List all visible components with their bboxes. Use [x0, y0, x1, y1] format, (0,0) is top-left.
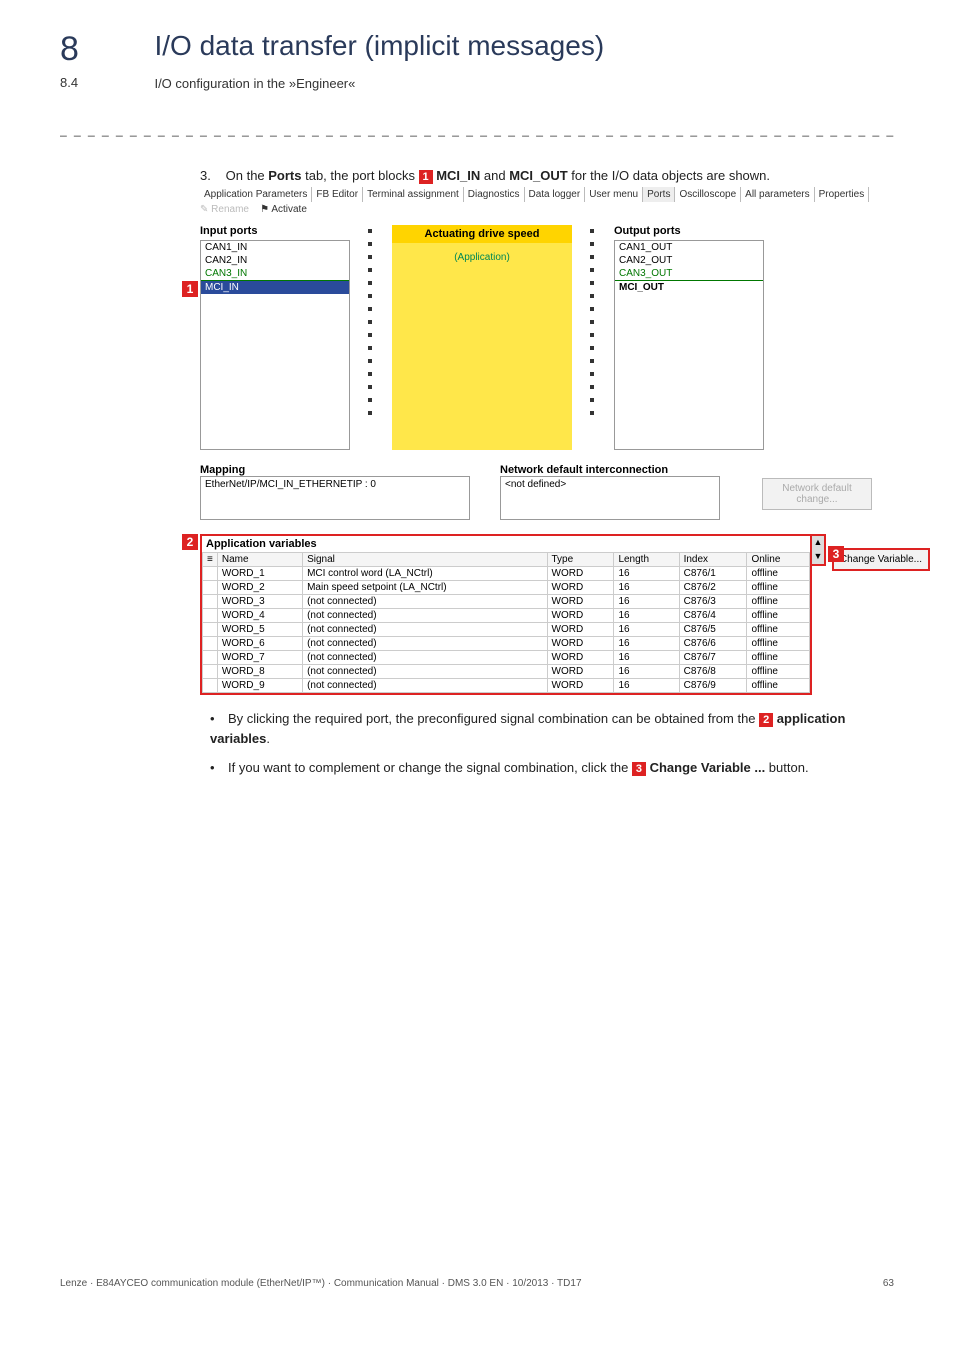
section-title: I/O configuration in the »Engineer«	[154, 76, 355, 91]
toolbar: ✎ Rename ⚑ Activate	[200, 204, 930, 215]
step-text: On the Ports tab, the port blocks 1 MCI_…	[226, 168, 770, 183]
list-item[interactable]: CAN1_OUT	[615, 241, 763, 254]
list-item[interactable]: CAN2_IN	[201, 254, 349, 267]
list-item[interactable]: MCI_OUT	[615, 281, 763, 294]
table-row[interactable]: WORD_7(not connected)WORD16C876/7offline	[203, 651, 810, 665]
marker-1: 1	[182, 281, 198, 297]
divider: _ _ _ _ _ _ _ _ _ _ _ _ _ _ _ _ _ _ _ _ …	[60, 123, 894, 137]
table-row[interactable]: WORD_6(not connected)WORD16C876/6offline	[203, 637, 810, 651]
table-row[interactable]: WORD_1MCI control word (LA_NCtrl)WORD16C…	[203, 567, 810, 581]
marker-2: 2	[182, 534, 198, 550]
port-dots-right	[590, 225, 596, 450]
footer-left: Lenze · E84AYCEO communication module (E…	[60, 1278, 582, 1289]
scroll-down-button[interactable]: ▼	[812, 550, 824, 564]
activate-button[interactable]: ⚑ Activate	[260, 204, 307, 215]
tab-diagnostics[interactable]: Diagnostics	[464, 187, 525, 202]
rename-button: ✎ Rename	[200, 204, 249, 215]
application-variables-table[interactable]: ≡ Name Signal Type Length Index Online W…	[202, 552, 810, 693]
application-label: (Application)	[392, 243, 572, 273]
marker-3: 3	[828, 546, 844, 562]
table-row[interactable]: WORD_3(not connected)WORD16C876/3offline	[203, 595, 810, 609]
application-variables-title: Application variables	[202, 536, 810, 552]
col-online[interactable]: Online	[747, 553, 809, 567]
marker-2-inline: 2	[759, 713, 773, 727]
input-ports-label: Input ports	[200, 225, 350, 237]
ndi-label: Network default interconnection	[500, 464, 720, 476]
mapping-label: Mapping	[200, 464, 470, 476]
tab-user-menu[interactable]: User menu	[585, 187, 643, 202]
tab-data-logger[interactable]: Data logger	[525, 187, 586, 202]
col-name[interactable]: ≡	[203, 553, 218, 567]
chapter-number: 8	[60, 30, 150, 69]
tab-properties[interactable]: Properties	[815, 187, 870, 202]
table-row[interactable]: WORD_8(not connected)WORD16C876/8offline	[203, 665, 810, 679]
list-item[interactable]: CAN3_OUT	[615, 267, 763, 281]
col-type[interactable]: Type	[547, 553, 614, 567]
engineer-screenshot: Application ParametersFB EditorTerminal …	[200, 189, 930, 695]
network-default-change-button: Network default change...	[762, 478, 872, 510]
tab-ports[interactable]: Ports	[643, 187, 675, 202]
chapter-title: I/O data transfer (implicit messages)	[154, 30, 604, 62]
mapping-value[interactable]: EtherNet/IP/MCI_IN_ETHERNETIP : 0	[200, 476, 470, 520]
page-number: 63	[883, 1278, 894, 1289]
table-row[interactable]: WORD_9(not connected)WORD16C876/9offline	[203, 679, 810, 693]
list-item[interactable]: CAN1_IN	[201, 241, 349, 254]
tab-all-parameters[interactable]: All parameters	[741, 187, 814, 202]
marker-1-inline: 1	[419, 170, 433, 184]
list-item[interactable]: CAN3_IN	[201, 267, 349, 281]
ndi-value[interactable]: <not defined>	[500, 476, 720, 520]
tab-app-params[interactable]: Application Parameters	[200, 187, 312, 202]
output-ports-label: Output ports	[614, 225, 764, 237]
tab-oscilloscope[interactable]: Oscilloscope	[675, 187, 741, 202]
list-item-selected[interactable]: MCI_IN	[201, 281, 349, 294]
col-index[interactable]: Index	[679, 553, 747, 567]
output-ports-list[interactable]: CAN1_OUT CAN2_OUT CAN3_OUT MCI_OUT	[614, 240, 764, 450]
scroll-up-button[interactable]: ▲	[812, 536, 824, 550]
table-row[interactable]: WORD_5(not connected)WORD16C876/5offline	[203, 623, 810, 637]
input-ports-list[interactable]: CAN1_IN CAN2_IN CAN3_IN MCI_IN	[200, 240, 350, 450]
bullet-2: •If you want to complement or change the…	[210, 758, 854, 778]
tab-fb-editor[interactable]: FB Editor	[312, 187, 363, 202]
step-number: 3.	[200, 167, 222, 185]
application-variables-panel: Application variables ≡ Name Signal Type…	[200, 534, 812, 695]
tab-terminal[interactable]: Terminal assignment	[363, 187, 464, 202]
table-row[interactable]: WORD_2Main speed setpoint (LA_NCtrl)WORD…	[203, 581, 810, 595]
col-name[interactable]: Name	[217, 553, 302, 567]
list-item[interactable]: CAN2_OUT	[615, 254, 763, 267]
actuating-drive-speed-header: Actuating drive speed	[392, 225, 572, 243]
change-variable-button[interactable]: Change Variable...	[832, 548, 930, 571]
port-dots-left	[368, 225, 374, 450]
section-number: 8.4	[60, 75, 150, 90]
appvar-scrollbar[interactable]: ▲ ▼	[812, 534, 826, 566]
col-length[interactable]: Length	[614, 553, 679, 567]
marker-3-inline: 3	[632, 762, 646, 776]
tab-bar: Application ParametersFB EditorTerminal …	[200, 189, 930, 200]
table-row[interactable]: WORD_4(not connected)WORD16C876/4offline	[203, 609, 810, 623]
center-blank	[392, 273, 572, 450]
bullet-1: •By clicking the required port, the prec…	[210, 709, 854, 748]
col-signal[interactable]: Signal	[303, 553, 547, 567]
